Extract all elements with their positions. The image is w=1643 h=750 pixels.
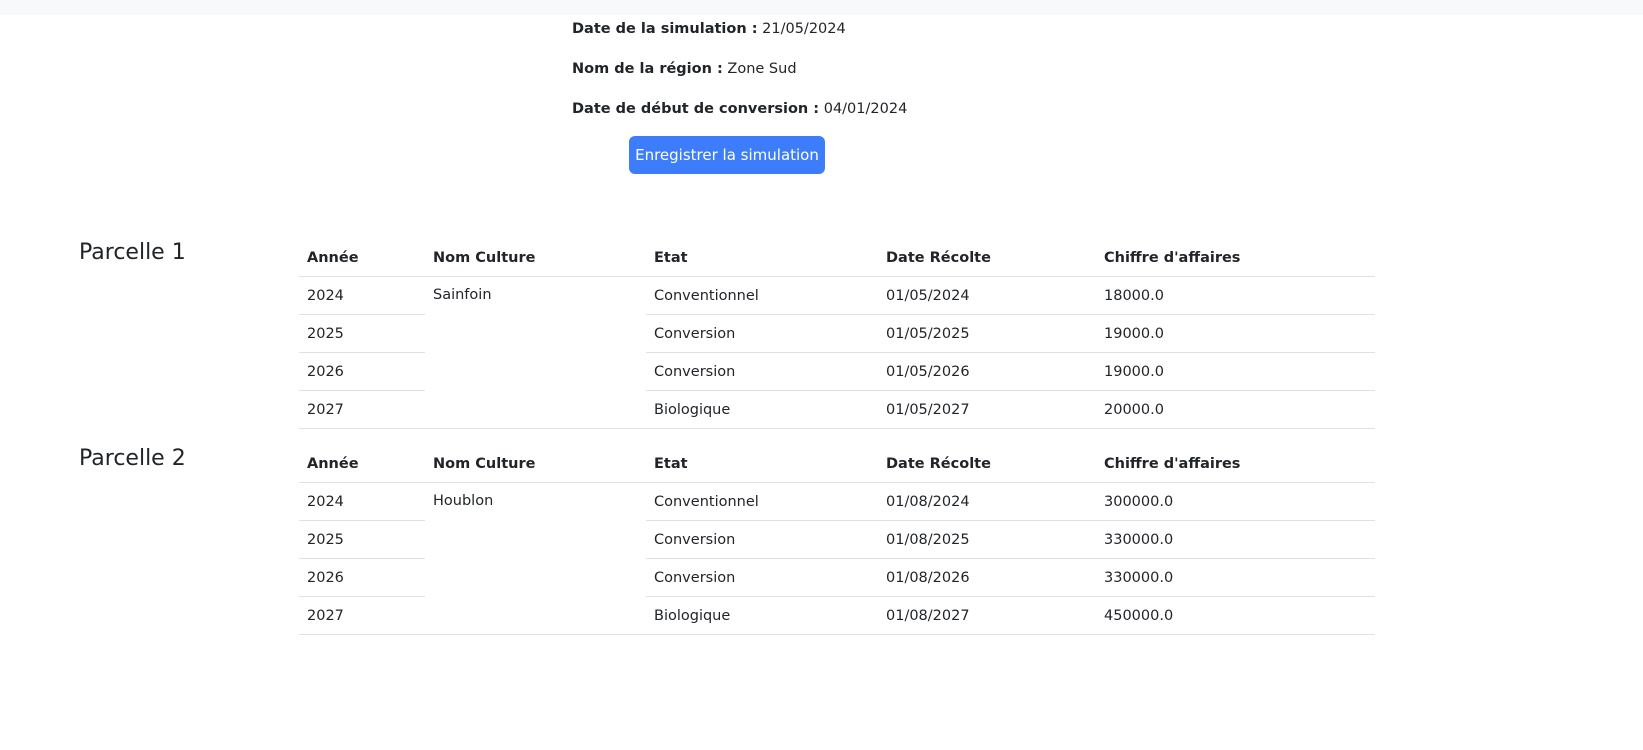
revenue-cell: 20000.0 <box>1096 390 1375 429</box>
save-simulation-button[interactable]: Enregistrer la simulation <box>629 136 825 174</box>
revenue-cell: 19000.0 <box>1096 352 1375 391</box>
header-year: Année <box>299 239 425 277</box>
conversion-start-line: Date de début de conversion : 04/01/2024 <box>572 98 907 138</box>
region-line: Nom de la région : Zone Sud <box>572 58 907 98</box>
crop-cell: Sainfoin <box>425 276 646 429</box>
revenue-cell: 18000.0 <box>1096 276 1375 315</box>
header-harvest: Date Récolte <box>878 445 1096 483</box>
parcel-1-table: Année Nom Culture Etat Date Récolte Chif… <box>299 239 1375 429</box>
revenue-cell: 19000.0 <box>1096 314 1375 353</box>
harvest-date-cell: 01/05/2024 <box>878 276 1096 315</box>
crop-cell: Houblon <box>425 482 646 635</box>
simulation-date-line: Date de la simulation : 21/05/2024 <box>572 18 907 58</box>
region-label: Nom de la région : <box>572 61 723 77</box>
header-crop: Nom Culture <box>425 239 646 277</box>
parcel-2-table: Année Nom Culture Etat Date Récolte Chif… <box>299 445 1375 635</box>
harvest-date-cell: 01/05/2025 <box>878 314 1096 353</box>
revenue-cell: 450000.0 <box>1096 596 1375 635</box>
state-cell: Conversion <box>646 352 878 391</box>
harvest-date-cell: 01/08/2026 <box>878 558 1096 597</box>
year-cell: 2025 <box>299 314 425 353</box>
harvest-date-cell: 01/05/2027 <box>878 390 1096 429</box>
revenue-cell: 330000.0 <box>1096 520 1375 559</box>
simulation-date-label: Date de la simulation : <box>572 21 758 37</box>
header-harvest: Date Récolte <box>878 239 1096 277</box>
year-cell: 2026 <box>299 558 425 597</box>
state-cell: Conversion <box>646 558 878 597</box>
year-cell: 2027 <box>299 596 425 635</box>
table-row: 2024 Houblon Conventionnel 01/08/2024 30… <box>299 482 1375 635</box>
top-bar <box>0 0 1643 15</box>
year-cell: 2024 <box>299 482 425 521</box>
state-cell: Biologique <box>646 596 878 635</box>
state-cell: Conversion <box>646 520 878 559</box>
table-row: 2024 Sainfoin Conventionnel 01/05/2024 1… <box>299 276 1375 429</box>
harvest-date-cell: 01/08/2025 <box>878 520 1096 559</box>
table-header-row: Année Nom Culture Etat Date Récolte Chif… <box>299 239 1375 277</box>
header-crop: Nom Culture <box>425 445 646 483</box>
conversion-start-label: Date de début de conversion : <box>572 101 820 117</box>
parcel-2-title: Parcelle 2 <box>79 446 186 471</box>
header-revenue: Chiffre d'affaires <box>1096 445 1375 483</box>
conversion-start-value: 04/01/2024 <box>823 101 908 117</box>
revenue-cell: 330000.0 <box>1096 558 1375 597</box>
region-value: Zone Sud <box>727 61 797 77</box>
year-cell: 2026 <box>299 352 425 391</box>
parcel-1-title: Parcelle 1 <box>79 240 186 265</box>
header-year: Année <box>299 445 425 483</box>
state-cell: Conversion <box>646 314 878 353</box>
simulation-info: Date de la simulation : 21/05/2024 Nom d… <box>572 18 907 138</box>
harvest-date-cell: 01/08/2027 <box>878 596 1096 635</box>
header-state: Etat <box>646 239 878 277</box>
year-cell: 2024 <box>299 276 425 315</box>
state-cell: Biologique <box>646 390 878 429</box>
table-header-row: Année Nom Culture Etat Date Récolte Chif… <box>299 445 1375 483</box>
header-revenue: Chiffre d'affaires <box>1096 239 1375 277</box>
header-state: Etat <box>646 445 878 483</box>
harvest-date-cell: 01/08/2024 <box>878 482 1096 521</box>
year-cell: 2025 <box>299 520 425 559</box>
state-cell: Conventionnel <box>646 482 878 521</box>
simulation-date-value: 21/05/2024 <box>762 21 846 37</box>
revenue-cell: 300000.0 <box>1096 482 1375 521</box>
state-cell: Conventionnel <box>646 276 878 315</box>
year-cell: 2027 <box>299 390 425 429</box>
harvest-date-cell: 01/05/2026 <box>878 352 1096 391</box>
